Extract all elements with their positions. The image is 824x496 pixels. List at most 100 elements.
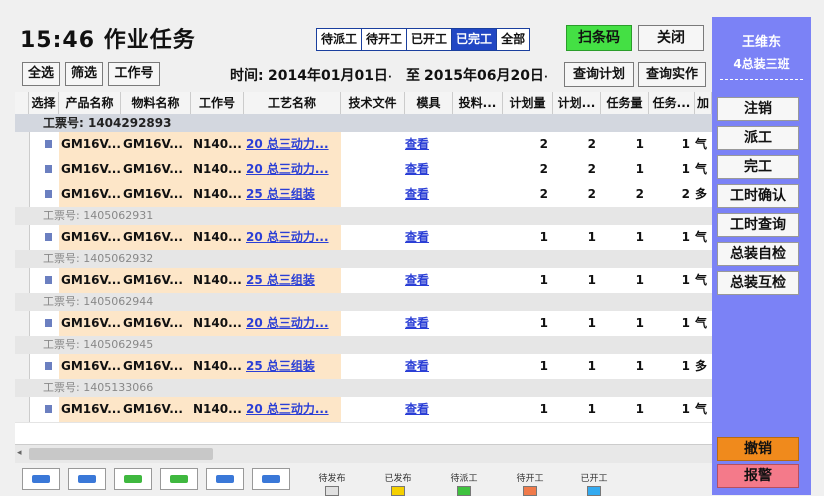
col-header[interactable]: 投料...: [453, 92, 503, 114]
query-plan-button[interactable]: 查询计划: [564, 62, 634, 87]
tab-pending-start[interactable]: 待开工: [362, 29, 408, 50]
row-header: [15, 157, 30, 182]
tab-started[interactable]: 已开工: [407, 29, 453, 50]
table-cell[interactable]: 20 总三动力...: [244, 311, 341, 336]
row-select-checkbox[interactable]: [45, 165, 52, 173]
date-from-picker[interactable]: 2014年01月01日·: [268, 65, 392, 85]
group-header[interactable]: 工票号: 1405133066: [15, 379, 712, 397]
row-select-checkbox[interactable]: [45, 140, 52, 148]
col-header[interactable]: 计划量: [503, 92, 553, 114]
nav-last-button[interactable]: [252, 468, 290, 490]
view-link[interactable]: 查看: [405, 157, 453, 182]
undo-button[interactable]: 撤销: [717, 437, 799, 461]
row-select-checkbox[interactable]: [45, 319, 52, 327]
col-header[interactable]: 工作号: [191, 92, 244, 114]
table-cell[interactable]: 20 总三动力...: [244, 132, 341, 157]
table-cell[interactable]: 25 总三组装: [244, 354, 341, 379]
view-link[interactable]: 查看: [405, 132, 453, 157]
group-header[interactable]: 工票号: 1405062932: [15, 250, 712, 268]
row-select-checkbox[interactable]: [45, 362, 52, 370]
nav-back-button[interactable]: [114, 468, 152, 490]
table-cell: 1: [681, 162, 690, 176]
tab-pending-dispatch[interactable]: 待派工: [317, 29, 363, 50]
col-header[interactable]: 产品名称: [59, 92, 121, 114]
row-select-checkbox[interactable]: [45, 190, 52, 198]
table-cell[interactable]: 20 总三动力...: [244, 397, 341, 422]
table-cell[interactable]: 25 总三组装: [244, 182, 341, 207]
view-link[interactable]: 查看: [405, 397, 453, 422]
complete-button[interactable]: 完工: [717, 155, 799, 179]
group-header[interactable]: 工票号: 1404292893: [15, 114, 712, 132]
filter-button[interactable]: 筛选: [65, 62, 103, 86]
row-select-checkbox[interactable]: [45, 276, 52, 284]
table-row[interactable]: GM16V... GM16V... N140... 25 总三组装 查看 1 1 1 1 气: [15, 268, 712, 294]
col-header[interactable]: 任务...: [649, 92, 695, 114]
table-row[interactable]: GM16V... GM16V... N140... 20 总三动力... 查看 1 1 1 1 气: [15, 397, 712, 423]
col-header[interactable]: 计划...: [553, 92, 601, 114]
group-label: 工票号: 1404292893: [43, 116, 172, 130]
date-to-picker[interactable]: 2015年06月20日·: [424, 65, 548, 85]
dispatch-button[interactable]: 派工: [717, 126, 799, 150]
tab-completed[interactable]: 已完工: [452, 29, 498, 50]
view-link[interactable]: 查看: [405, 268, 453, 293]
table-cell: 1: [681, 402, 690, 416]
next-page-icon: [216, 475, 234, 483]
table-row[interactable]: GM16V... GM16V... N140... 25 总三组装 查看 1 1 1 1 多: [15, 354, 712, 380]
view-link[interactable]: 查看: [405, 354, 453, 379]
horizontal-scrollbar[interactable]: ◂: [15, 444, 712, 463]
table-cell[interactable]: 20 总三动力...: [244, 157, 341, 182]
legend-item: 已发布: [378, 471, 418, 496]
tab-all[interactable]: 全部: [497, 29, 530, 50]
time-label: 时间:: [230, 68, 264, 84]
table-row[interactable]: GM16V... GM16V... N140... 20 总三动力... 查看 1 1 1 1 气: [15, 225, 712, 251]
group-header[interactable]: 工票号: 1405062931: [15, 207, 712, 225]
col-header[interactable]: 物料名称: [121, 92, 191, 114]
col-header[interactable]: 选择: [29, 92, 59, 114]
table-row[interactable]: GM16V... GM16V... N140... 20 总三动力... 查看 1 1 1 1 气: [15, 311, 712, 337]
table-cell: 2: [587, 162, 596, 176]
close-button[interactable]: 关闭: [638, 25, 704, 51]
col-header[interactable]: 技术文件: [341, 92, 405, 114]
scan-barcode-button[interactable]: 扫条码: [566, 25, 632, 51]
logout-button[interactable]: 注销: [717, 97, 799, 121]
mutual-check-button[interactable]: 总装互检: [717, 271, 799, 295]
table-cell[interactable]: 25 总三组装: [244, 268, 341, 293]
hours-confirm-button[interactable]: 工时确认: [717, 184, 799, 208]
table-cell: 1: [681, 273, 690, 287]
col-header[interactable]: 任务量: [601, 92, 649, 114]
group-header[interactable]: 工票号: 1405062945: [15, 336, 712, 354]
nav-next-button[interactable]: [206, 468, 244, 490]
table-cell: GM16V...: [121, 182, 191, 207]
row-select-checkbox[interactable]: [45, 405, 52, 413]
nav-first-button[interactable]: [22, 468, 60, 490]
table-cell[interactable]: 20 总三动力...: [244, 225, 341, 250]
hours-query-button[interactable]: 工时查询: [717, 213, 799, 237]
self-check-button[interactable]: 总装自检: [717, 242, 799, 266]
table-row[interactable]: GM16V... GM16V... N140... 20 总三动力... 查看 2 2 1 1 气: [15, 157, 712, 183]
legend-label: 待派工: [450, 474, 478, 484]
col-header[interactable]: 工艺名称: [244, 92, 341, 114]
work-no-button[interactable]: 工作号: [108, 62, 160, 86]
nav-prev-button[interactable]: [68, 468, 106, 490]
table-row[interactable]: GM16V... GM16V... N140... 20 总三动力... 查看 2 2 1 1 气: [15, 132, 712, 158]
to-label: 至: [406, 68, 420, 84]
col-header[interactable]: 模具: [405, 92, 453, 114]
group-header[interactable]: 工票号: 1405062944: [15, 293, 712, 311]
sidebar-divider: [720, 79, 803, 80]
select-all-button[interactable]: 全选: [22, 62, 60, 86]
col-header[interactable]: 加: [695, 92, 712, 114]
alarm-button[interactable]: 报警: [717, 464, 799, 488]
table-row[interactable]: GM16V... GM16V... N140... 25 总三组装 查看 2 2 2 2 多: [15, 182, 712, 208]
view-link[interactable]: 查看: [405, 225, 453, 250]
legend-item: 待开工: [510, 471, 550, 496]
view-link[interactable]: 查看: [405, 182, 453, 207]
row-select-checkbox[interactable]: [45, 233, 52, 241]
scrollbar-thumb[interactable]: [29, 448, 213, 460]
main-panel: 15:46 作业任务 待派工 待开工 已开工 已完工 全部 扫条码 关闭 全选 …: [0, 0, 712, 496]
table-cell: N140...: [191, 182, 244, 207]
view-link[interactable]: 查看: [405, 311, 453, 336]
query-actual-button[interactable]: 查询实作: [638, 62, 706, 87]
scroll-left-icon[interactable]: ◂: [17, 448, 22, 458]
table-cell: GM16V...: [121, 311, 191, 336]
nav-forward-button[interactable]: [160, 468, 198, 490]
